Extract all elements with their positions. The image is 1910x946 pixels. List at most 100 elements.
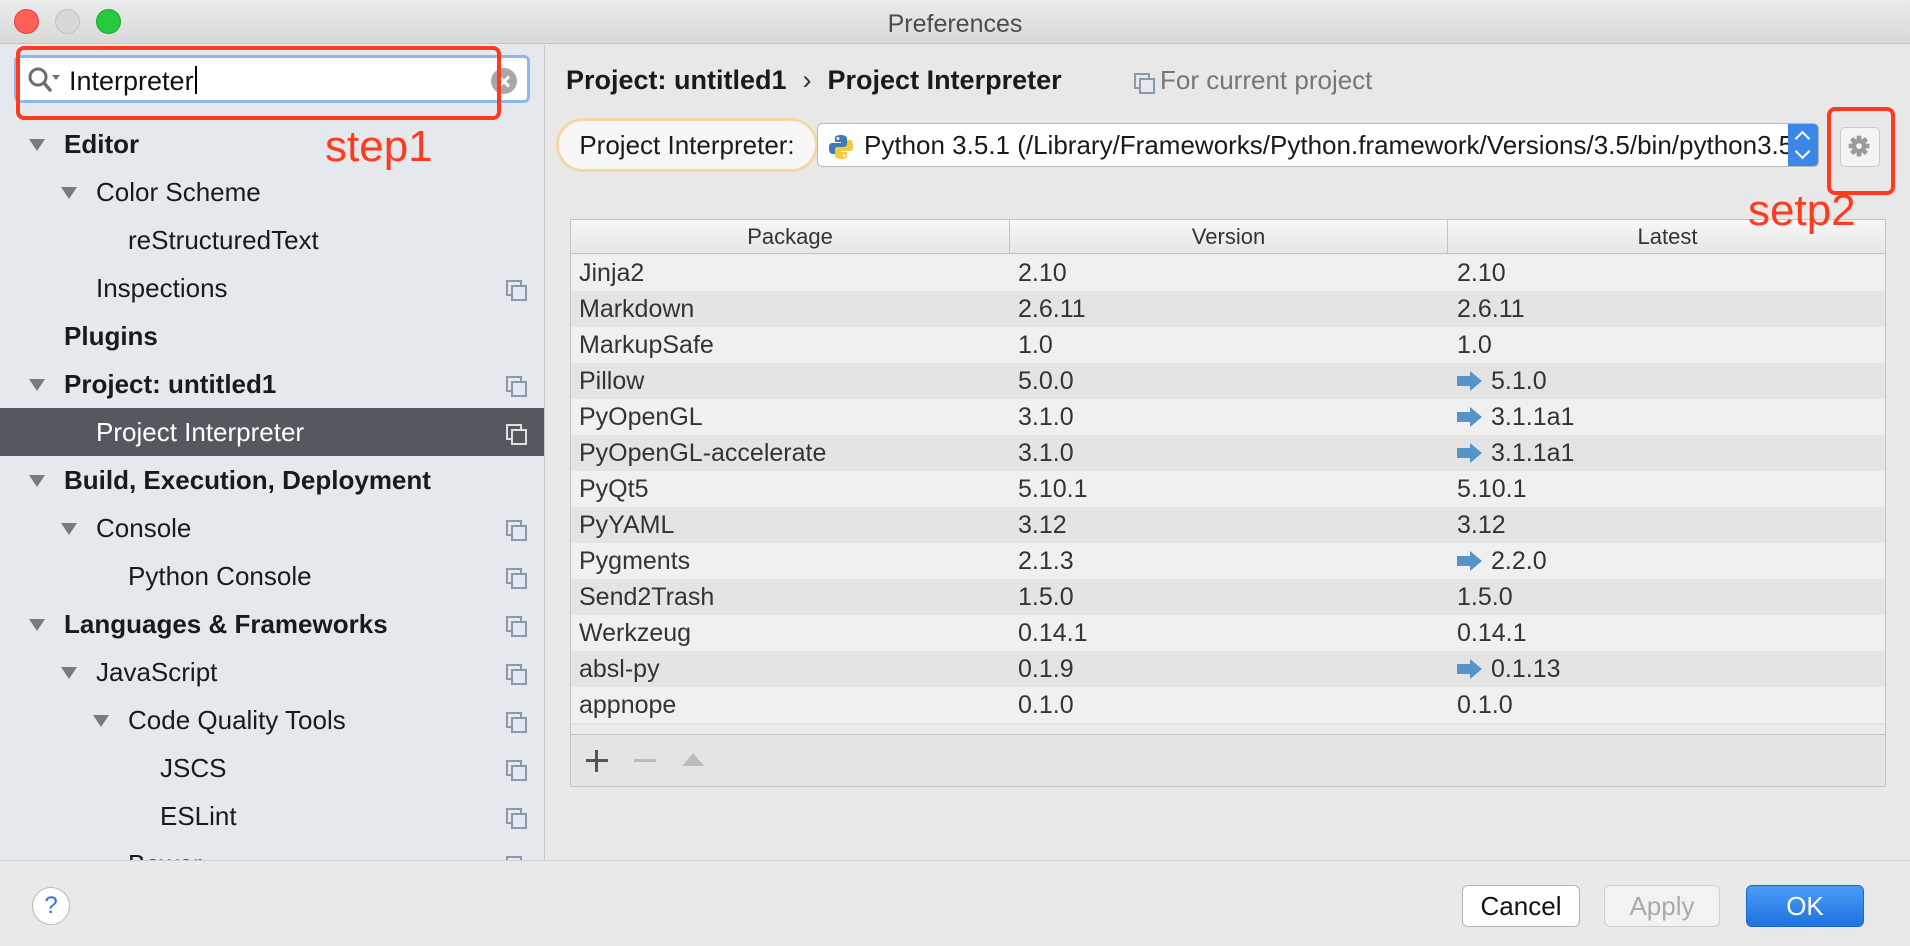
sidebar-item[interactable]: Editor bbox=[0, 120, 544, 168]
expand-arrow-icon[interactable] bbox=[61, 187, 77, 199]
step2-highlight-box bbox=[1827, 107, 1895, 195]
sidebar-item[interactable]: Project: untitled1 bbox=[0, 360, 544, 408]
cell-text: 0.1.9 bbox=[1018, 655, 1074, 683]
sidebar-item[interactable]: Project Interpreter bbox=[0, 408, 544, 456]
table-row[interactable]: Send2Trash 1.5.0 1.5.0 bbox=[571, 579, 1885, 615]
sidebar-item[interactable]: Console bbox=[0, 504, 544, 552]
sidebar-item[interactable]: Languages & Frameworks bbox=[0, 600, 544, 648]
table-row[interactable]: Pillow 5.0.0 5.1.0 bbox=[571, 363, 1885, 399]
cell-latest: 5.1.0 bbox=[1457, 363, 1547, 399]
ok-button[interactable]: OK bbox=[1746, 885, 1864, 927]
upgrade-arrow-icon bbox=[1457, 371, 1483, 391]
table-row[interactable]: PyOpenGL-accelerate 3.1.0 3.1.1a1 bbox=[571, 435, 1885, 471]
cell-text: 2.10 bbox=[1457, 259, 1506, 287]
upgrade-arrow-icon bbox=[1457, 659, 1483, 679]
sidebar-item[interactable]: Plugins bbox=[0, 312, 544, 360]
upgrade-package-icon[interactable] bbox=[679, 747, 707, 775]
cell-package: absl-py bbox=[579, 651, 660, 687]
table-row[interactable]: Pygments 2.1.3 2.2.0 bbox=[571, 543, 1885, 579]
cell-latest: 2.10 bbox=[1457, 255, 1506, 291]
sidebar-item[interactable]: Python Console bbox=[0, 552, 544, 600]
table-row[interactable]: MarkupSafe 1.0 1.0 bbox=[571, 327, 1885, 363]
cell-version: 0.14.1 bbox=[1018, 615, 1088, 651]
table-row[interactable]: Jinja2 2.10 2.10 bbox=[571, 255, 1885, 291]
project-settings-icon bbox=[506, 760, 527, 781]
cell-text: Jinja2 bbox=[579, 259, 645, 287]
breadcrumb-separator: › bbox=[802, 65, 812, 95]
sidebar-item[interactable]: JSCS bbox=[0, 744, 544, 792]
cell-version: 2.6.11 bbox=[1018, 291, 1086, 327]
step1-highlight-box bbox=[16, 46, 501, 120]
table-row[interactable]: PyQt5 5.10.1 5.10.1 bbox=[571, 471, 1885, 507]
sidebar-item[interactable]: ESLint bbox=[0, 792, 544, 840]
table-row[interactable]: Markdown 2.6.11 2.6.11 bbox=[571, 291, 1885, 327]
sidebar-item-label: ESLint bbox=[160, 801, 237, 831]
cell-text: Send2Trash bbox=[579, 583, 715, 611]
apply-button[interactable]: Apply bbox=[1604, 885, 1720, 927]
sidebar-item[interactable]: Inspections bbox=[0, 264, 544, 312]
interpreter-value: Python 3.5.1 (/Library/Frameworks/Python… bbox=[864, 130, 1802, 160]
cell-text: appnope bbox=[579, 691, 677, 719]
column-header-version[interactable]: Version bbox=[1010, 220, 1448, 254]
upgrade-arrow-icon bbox=[1457, 551, 1483, 571]
remove-package-icon[interactable] bbox=[631, 747, 659, 775]
help-button[interactable]: ? bbox=[32, 887, 70, 925]
project-settings-icon bbox=[506, 616, 527, 637]
cell-package: Jinja2 bbox=[579, 255, 644, 291]
sidebar-item[interactable]: Bower bbox=[0, 840, 544, 860]
cell-package: Send2Trash bbox=[579, 579, 714, 615]
table-row[interactable]: PyOpenGL 3.1.0 3.1.1a1 bbox=[571, 399, 1885, 435]
packages-table[interactable]: Package Version Latest Jinja2 2.10 2.10 Mar… bbox=[570, 219, 1886, 787]
upgrade-arrow-icon bbox=[1457, 407, 1483, 427]
copy-settings-icon bbox=[1134, 73, 1155, 94]
expand-arrow-icon[interactable] bbox=[29, 475, 45, 487]
cell-latest: 3.12 bbox=[1457, 507, 1506, 543]
sidebar-item-label: reStructuredText bbox=[128, 225, 319, 255]
expand-arrow-icon[interactable] bbox=[29, 379, 45, 391]
cell-text: 2.6.11 bbox=[1457, 295, 1525, 323]
table-row[interactable]: Werkzeug 0.14.1 0.14.1 bbox=[571, 615, 1885, 651]
sidebar-item-label: JavaScript bbox=[96, 657, 218, 687]
expand-arrow-icon[interactable] bbox=[29, 619, 45, 631]
cell-text: 3.12 bbox=[1457, 511, 1506, 539]
sidebar-item[interactable]: reStructuredText bbox=[0, 216, 544, 264]
breadcrumb: Project: untitled1 › Project Interpreter bbox=[566, 65, 1062, 96]
project-settings-icon bbox=[506, 280, 527, 301]
sidebar-item-label: Editor bbox=[64, 129, 140, 159]
project-settings-icon bbox=[506, 664, 527, 685]
table-row[interactable]: PyYAML 3.12 3.12 bbox=[571, 507, 1885, 543]
cell-package: MarkupSafe bbox=[579, 327, 714, 363]
table-row[interactable]: absl-py 0.1.9 0.1.13 bbox=[571, 651, 1885, 687]
cell-text: 5.0.0 bbox=[1018, 367, 1074, 395]
sidebar-item-label: Console bbox=[96, 513, 192, 543]
add-package-icon[interactable] bbox=[583, 747, 611, 775]
sidebar-item[interactable]: Code Quality Tools bbox=[0, 696, 544, 744]
cell-text: PyOpenGL-accelerate bbox=[579, 439, 827, 467]
expand-arrow-icon[interactable] bbox=[29, 139, 45, 151]
column-header-package[interactable]: Package bbox=[571, 220, 1010, 254]
interpreter-select[interactable]: Python 3.5.1 (/Library/Frameworks/Python… bbox=[817, 123, 1819, 167]
sidebar-item-label: Python Console bbox=[128, 561, 312, 591]
table-row[interactable]: astroid 1.6.1 1.6.3 bbox=[571, 723, 1885, 725]
expand-arrow-icon[interactable] bbox=[93, 715, 109, 727]
cell-text: 0.14.1 bbox=[1018, 619, 1088, 647]
project-settings-icon bbox=[506, 712, 527, 733]
chevron-updown-icon[interactable] bbox=[1788, 124, 1818, 166]
scope-note: For current project bbox=[1134, 65, 1372, 96]
cell-version: 2.1.3 bbox=[1018, 543, 1074, 579]
cell-latest: 1.0 bbox=[1457, 327, 1492, 363]
step2-annotation: setp2 bbox=[1748, 186, 1856, 235]
breadcrumb-parent: Project: untitled1 bbox=[566, 65, 787, 95]
cell-latest: 3.1.1a1 bbox=[1457, 435, 1574, 471]
cell-latest: 0.1.0 bbox=[1457, 687, 1513, 723]
sidebar-item-label: Build, Execution, Deployment bbox=[64, 465, 431, 495]
expand-arrow-icon[interactable] bbox=[61, 667, 77, 679]
sidebar-item[interactable]: JavaScript bbox=[0, 648, 544, 696]
expand-arrow-icon[interactable] bbox=[61, 523, 77, 535]
cell-version: 3.1.0 bbox=[1018, 399, 1074, 435]
sidebar-item[interactable]: Color Scheme bbox=[0, 168, 544, 216]
sidebar-item[interactable]: Build, Execution, Deployment bbox=[0, 456, 544, 504]
table-row[interactable]: appnope 0.1.0 0.1.0 bbox=[571, 687, 1885, 723]
cancel-button[interactable]: Cancel bbox=[1462, 885, 1580, 927]
cell-text: Pygments bbox=[579, 547, 691, 575]
